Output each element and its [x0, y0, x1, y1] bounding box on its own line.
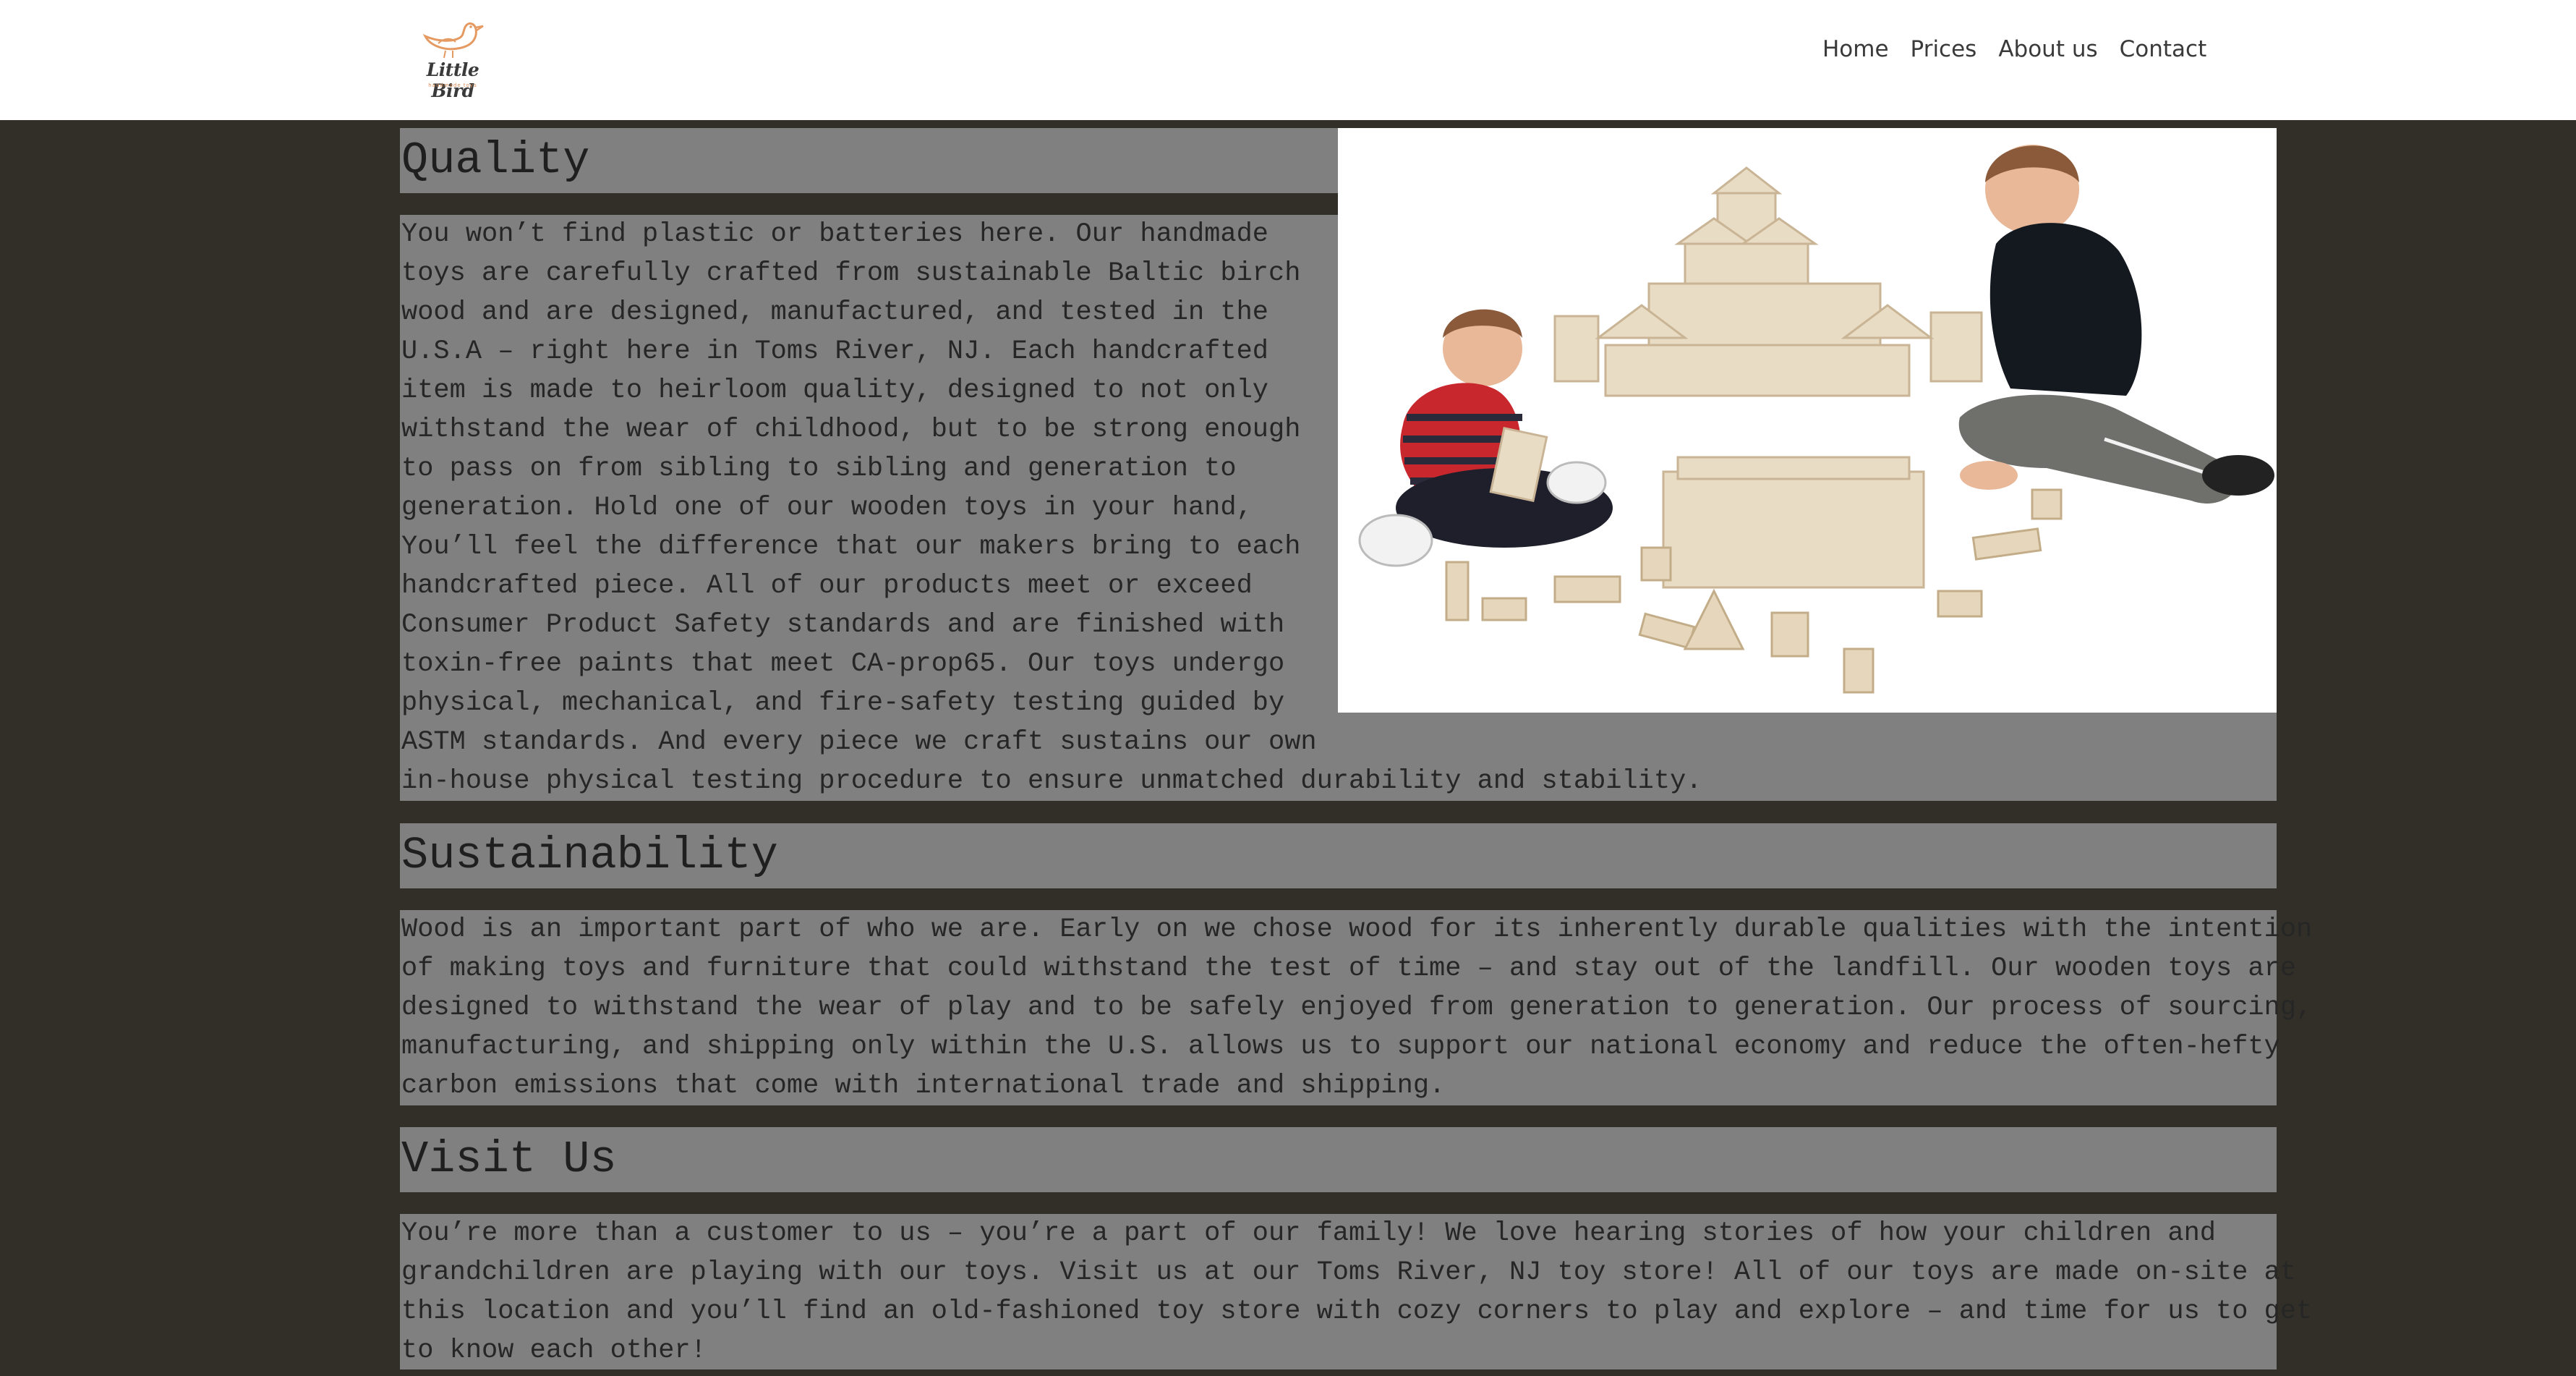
logo-text: Little Bird: [426, 59, 479, 101]
nav-contact-link[interactable]: Contact: [2120, 36, 2207, 62]
paragraph-line: carbon emissions that come with internat…: [401, 1071, 1446, 1101]
nav-home-link[interactable]: Home: [1822, 36, 1889, 62]
paragraph-line: designed to withstand the wear of play a…: [401, 993, 2313, 1023]
nav-prices-link[interactable]: Prices: [1911, 36, 1977, 62]
children-playing-with-blocks-photo: [1338, 128, 2277, 713]
sustainability-text-box: Wood is an important part of who we are.…: [400, 910, 2313, 1105]
nav-about-link[interactable]: About us: [1998, 36, 2097, 62]
paragraph-line: Wood is an important part of who we are.…: [401, 914, 2313, 945]
paragraph-line: grandchildren are playing with our toys.…: [401, 1257, 2297, 1288]
main-nav: Home Prices About us Contact: [1822, 36, 2206, 62]
site-header: Little Bird handmade toys Home Prices Ab…: [0, 0, 2576, 120]
bird-logo-icon: [422, 22, 484, 59]
paragraph-line: in-house physical testing procedure to e…: [401, 766, 1702, 797]
paragraph-line: ASTM standards. And every piece we craft…: [401, 727, 1317, 757]
photo-illustration: [1338, 128, 2277, 713]
paragraph-line: to know each other!: [401, 1335, 707, 1366]
quality-heading: Quality: [401, 135, 590, 186]
paragraph-line: manufacturing, and shipping only within …: [401, 1032, 2280, 1062]
logo-link[interactable]: Little Bird handmade toys: [409, 16, 496, 101]
paragraph-line: of making toys and furniture that could …: [401, 954, 2297, 984]
sustainability-heading-box: Sustainability: [400, 823, 2277, 888]
visit-us-text-box: You’re more than a customer to us – you’…: [400, 1214, 2313, 1370]
quality-heading-box: Quality: [400, 128, 1338, 193]
logo-subtext: handmade toys: [428, 82, 477, 88]
visit-us-paragraph: You’re more than a customer to us – you’…: [400, 1214, 2313, 1370]
paragraph-line: this location and you’ll find an old-fas…: [401, 1296, 2313, 1327]
sustainability-heading: Sustainability: [401, 830, 778, 881]
visit-us-heading-box: Visit Us: [400, 1127, 2277, 1192]
visit-us-heading: Visit Us: [401, 1134, 617, 1185]
sustainability-paragraph: Wood is an important part of who we are.…: [400, 910, 2313, 1105]
paragraph-line: You’re more than a customer to us – you’…: [401, 1218, 2217, 1249]
